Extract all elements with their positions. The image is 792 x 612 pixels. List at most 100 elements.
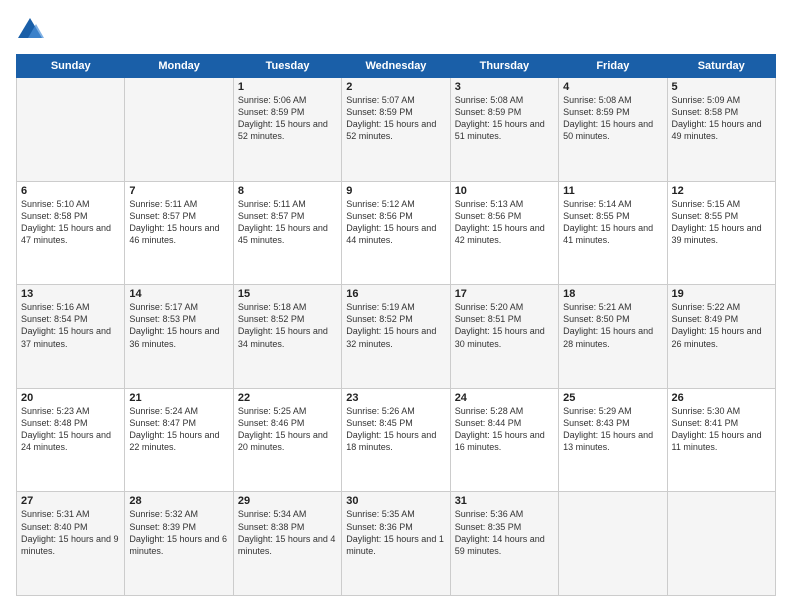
calendar-cell: 26Sunrise: 5:30 AMSunset: 8:41 PMDayligh… bbox=[667, 388, 775, 492]
day-info: Sunrise: 5:08 AMSunset: 8:59 PMDaylight:… bbox=[563, 94, 662, 143]
day-number: 2 bbox=[346, 81, 445, 93]
day-number: 5 bbox=[672, 81, 771, 93]
calendar-week: 27Sunrise: 5:31 AMSunset: 8:40 PMDayligh… bbox=[17, 492, 776, 596]
day-number: 19 bbox=[672, 288, 771, 300]
day-number: 21 bbox=[129, 392, 228, 404]
calendar-cell: 15Sunrise: 5:18 AMSunset: 8:52 PMDayligh… bbox=[233, 285, 341, 389]
day-info: Sunrise: 5:15 AMSunset: 8:55 PMDaylight:… bbox=[672, 198, 771, 247]
day-info: Sunrise: 5:06 AMSunset: 8:59 PMDaylight:… bbox=[238, 94, 337, 143]
day-info: Sunrise: 5:19 AMSunset: 8:52 PMDaylight:… bbox=[346, 301, 445, 350]
calendar-cell: 30Sunrise: 5:35 AMSunset: 8:36 PMDayligh… bbox=[342, 492, 450, 596]
calendar-cell: 17Sunrise: 5:20 AMSunset: 8:51 PMDayligh… bbox=[450, 285, 558, 389]
calendar-cell: 19Sunrise: 5:22 AMSunset: 8:49 PMDayligh… bbox=[667, 285, 775, 389]
calendar: SundayMondayTuesdayWednesdayThursdayFrid… bbox=[16, 54, 776, 596]
calendar-cell: 16Sunrise: 5:19 AMSunset: 8:52 PMDayligh… bbox=[342, 285, 450, 389]
calendar-cell: 28Sunrise: 5:32 AMSunset: 8:39 PMDayligh… bbox=[125, 492, 233, 596]
calendar-cell: 6Sunrise: 5:10 AMSunset: 8:58 PMDaylight… bbox=[17, 181, 125, 285]
day-number: 23 bbox=[346, 392, 445, 404]
day-info: Sunrise: 5:30 AMSunset: 8:41 PMDaylight:… bbox=[672, 405, 771, 454]
calendar-cell: 5Sunrise: 5:09 AMSunset: 8:58 PMDaylight… bbox=[667, 78, 775, 182]
weekday-header: Saturday bbox=[667, 55, 775, 78]
calendar-cell: 24Sunrise: 5:28 AMSunset: 8:44 PMDayligh… bbox=[450, 388, 558, 492]
calendar-cell: 25Sunrise: 5:29 AMSunset: 8:43 PMDayligh… bbox=[559, 388, 667, 492]
calendar-week: 20Sunrise: 5:23 AMSunset: 8:48 PMDayligh… bbox=[17, 388, 776, 492]
day-number: 1 bbox=[238, 81, 337, 93]
calendar-cell: 27Sunrise: 5:31 AMSunset: 8:40 PMDayligh… bbox=[17, 492, 125, 596]
day-info: Sunrise: 5:34 AMSunset: 8:38 PMDaylight:… bbox=[238, 508, 337, 557]
calendar-cell: 3Sunrise: 5:08 AMSunset: 8:59 PMDaylight… bbox=[450, 78, 558, 182]
weekday-header: Sunday bbox=[17, 55, 125, 78]
day-number: 26 bbox=[672, 392, 771, 404]
logo bbox=[16, 16, 48, 44]
day-info: Sunrise: 5:25 AMSunset: 8:46 PMDaylight:… bbox=[238, 405, 337, 454]
day-info: Sunrise: 5:26 AMSunset: 8:45 PMDaylight:… bbox=[346, 405, 445, 454]
day-info: Sunrise: 5:07 AMSunset: 8:59 PMDaylight:… bbox=[346, 94, 445, 143]
day-number: 31 bbox=[455, 495, 554, 507]
day-number: 29 bbox=[238, 495, 337, 507]
day-number: 13 bbox=[21, 288, 120, 300]
calendar-cell: 21Sunrise: 5:24 AMSunset: 8:47 PMDayligh… bbox=[125, 388, 233, 492]
calendar-cell: 14Sunrise: 5:17 AMSunset: 8:53 PMDayligh… bbox=[125, 285, 233, 389]
day-info: Sunrise: 5:13 AMSunset: 8:56 PMDaylight:… bbox=[455, 198, 554, 247]
calendar-cell bbox=[559, 492, 667, 596]
day-info: Sunrise: 5:17 AMSunset: 8:53 PMDaylight:… bbox=[129, 301, 228, 350]
day-number: 24 bbox=[455, 392, 554, 404]
weekday-header: Monday bbox=[125, 55, 233, 78]
calendar-cell: 31Sunrise: 5:36 AMSunset: 8:35 PMDayligh… bbox=[450, 492, 558, 596]
day-info: Sunrise: 5:20 AMSunset: 8:51 PMDaylight:… bbox=[455, 301, 554, 350]
day-number: 10 bbox=[455, 185, 554, 197]
calendar-cell: 10Sunrise: 5:13 AMSunset: 8:56 PMDayligh… bbox=[450, 181, 558, 285]
calendar-body: 1Sunrise: 5:06 AMSunset: 8:59 PMDaylight… bbox=[17, 78, 776, 596]
day-number: 15 bbox=[238, 288, 337, 300]
day-number: 16 bbox=[346, 288, 445, 300]
day-number: 6 bbox=[21, 185, 120, 197]
weekday-header: Thursday bbox=[450, 55, 558, 78]
day-info: Sunrise: 5:12 AMSunset: 8:56 PMDaylight:… bbox=[346, 198, 445, 247]
calendar-cell bbox=[125, 78, 233, 182]
day-number: 3 bbox=[455, 81, 554, 93]
calendar-week: 13Sunrise: 5:16 AMSunset: 8:54 PMDayligh… bbox=[17, 285, 776, 389]
calendar-cell: 18Sunrise: 5:21 AMSunset: 8:50 PMDayligh… bbox=[559, 285, 667, 389]
day-info: Sunrise: 5:24 AMSunset: 8:47 PMDaylight:… bbox=[129, 405, 228, 454]
day-info: Sunrise: 5:16 AMSunset: 8:54 PMDaylight:… bbox=[21, 301, 120, 350]
calendar-week: 6Sunrise: 5:10 AMSunset: 8:58 PMDaylight… bbox=[17, 181, 776, 285]
day-number: 28 bbox=[129, 495, 228, 507]
day-info: Sunrise: 5:23 AMSunset: 8:48 PMDaylight:… bbox=[21, 405, 120, 454]
calendar-week: 1Sunrise: 5:06 AMSunset: 8:59 PMDaylight… bbox=[17, 78, 776, 182]
day-info: Sunrise: 5:21 AMSunset: 8:50 PMDaylight:… bbox=[563, 301, 662, 350]
calendar-cell: 11Sunrise: 5:14 AMSunset: 8:55 PMDayligh… bbox=[559, 181, 667, 285]
calendar-cell: 1Sunrise: 5:06 AMSunset: 8:59 PMDaylight… bbox=[233, 78, 341, 182]
calendar-cell bbox=[667, 492, 775, 596]
day-info: Sunrise: 5:32 AMSunset: 8:39 PMDaylight:… bbox=[129, 508, 228, 557]
calendar-cell: 29Sunrise: 5:34 AMSunset: 8:38 PMDayligh… bbox=[233, 492, 341, 596]
day-info: Sunrise: 5:11 AMSunset: 8:57 PMDaylight:… bbox=[129, 198, 228, 247]
calendar-cell: 22Sunrise: 5:25 AMSunset: 8:46 PMDayligh… bbox=[233, 388, 341, 492]
day-number: 9 bbox=[346, 185, 445, 197]
calendar-cell: 23Sunrise: 5:26 AMSunset: 8:45 PMDayligh… bbox=[342, 388, 450, 492]
day-number: 7 bbox=[129, 185, 228, 197]
calendar-cell: 2Sunrise: 5:07 AMSunset: 8:59 PMDaylight… bbox=[342, 78, 450, 182]
day-info: Sunrise: 5:09 AMSunset: 8:58 PMDaylight:… bbox=[672, 94, 771, 143]
day-info: Sunrise: 5:29 AMSunset: 8:43 PMDaylight:… bbox=[563, 405, 662, 454]
day-info: Sunrise: 5:22 AMSunset: 8:49 PMDaylight:… bbox=[672, 301, 771, 350]
day-number: 27 bbox=[21, 495, 120, 507]
day-number: 20 bbox=[21, 392, 120, 404]
day-info: Sunrise: 5:31 AMSunset: 8:40 PMDaylight:… bbox=[21, 508, 120, 557]
day-info: Sunrise: 5:28 AMSunset: 8:44 PMDaylight:… bbox=[455, 405, 554, 454]
day-info: Sunrise: 5:10 AMSunset: 8:58 PMDaylight:… bbox=[21, 198, 120, 247]
calendar-cell: 13Sunrise: 5:16 AMSunset: 8:54 PMDayligh… bbox=[17, 285, 125, 389]
day-number: 11 bbox=[563, 185, 662, 197]
day-number: 30 bbox=[346, 495, 445, 507]
day-number: 17 bbox=[455, 288, 554, 300]
day-number: 18 bbox=[563, 288, 662, 300]
day-number: 25 bbox=[563, 392, 662, 404]
calendar-cell: 7Sunrise: 5:11 AMSunset: 8:57 PMDaylight… bbox=[125, 181, 233, 285]
page: SundayMondayTuesdayWednesdayThursdayFrid… bbox=[0, 0, 792, 612]
day-number: 22 bbox=[238, 392, 337, 404]
day-number: 12 bbox=[672, 185, 771, 197]
day-info: Sunrise: 5:18 AMSunset: 8:52 PMDaylight:… bbox=[238, 301, 337, 350]
calendar-cell: 9Sunrise: 5:12 AMSunset: 8:56 PMDaylight… bbox=[342, 181, 450, 285]
logo-icon bbox=[16, 16, 44, 44]
calendar-header: SundayMondayTuesdayWednesdayThursdayFrid… bbox=[17, 55, 776, 78]
weekday-header: Friday bbox=[559, 55, 667, 78]
